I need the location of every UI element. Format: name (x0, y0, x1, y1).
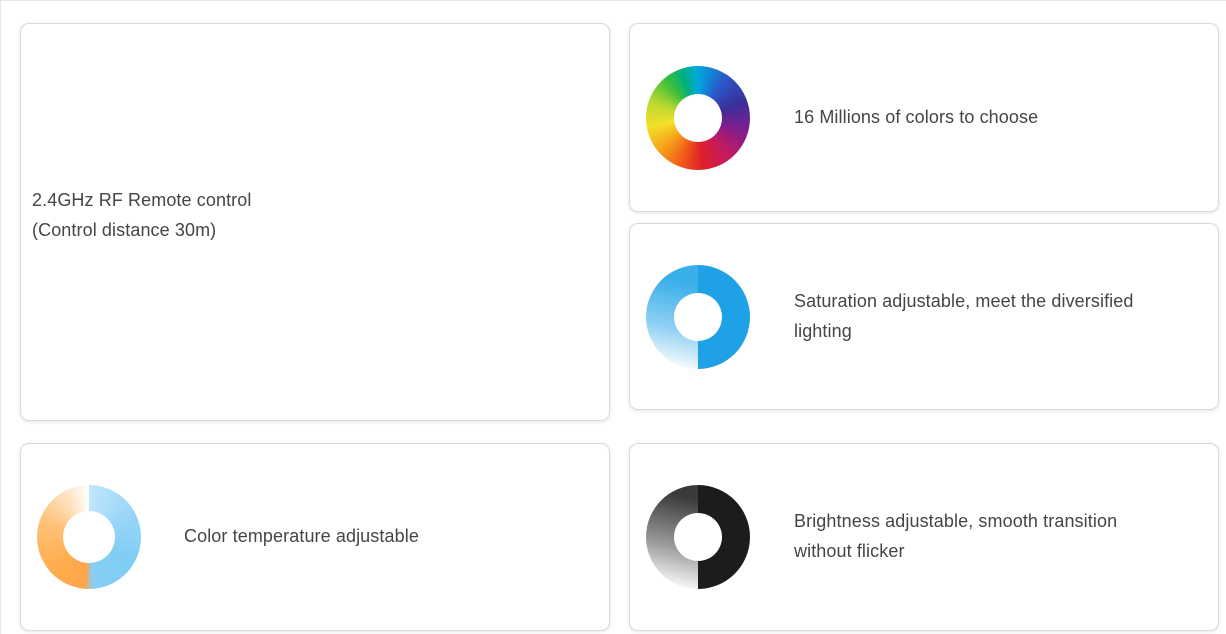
feature-card-remote-control: 2.4GHz RF Remote control (Control distan… (20, 23, 610, 421)
feature-card-colors: 16 Millions of colors to choose (629, 23, 1219, 212)
feature-grid: 2.4GHz RF Remote control (Control distan… (0, 0, 1226, 634)
feature-text: 2.4GHz RF Remote control (Control distan… (32, 185, 251, 245)
remote-line-1: 2.4GHz RF Remote control (32, 190, 252, 210)
rainbow-ring-icon (646, 65, 750, 170)
feature-card-brightness: Brightness adjustable, smooth transition… (629, 443, 1219, 631)
saturation-line-2: lighting (794, 320, 852, 341)
colors-text: 16 Millions of colors to choose (794, 106, 1039, 127)
feature-text: Color temperature adjustable (184, 521, 419, 551)
remote-line-2: (Control distance 30m) (32, 220, 217, 240)
saturation-line-1: Saturation adjustable, meet the diversif… (794, 290, 1134, 311)
feature-text: Saturation adjustable, meet the diversif… (794, 286, 1134, 346)
brightness-ring-icon (646, 485, 750, 589)
feature-card-color-temperature: Color temperature adjustable (20, 443, 610, 631)
feature-text: Brightness adjustable, smooth transition… (794, 506, 1117, 566)
feature-card-saturation: Saturation adjustable, meet the diversif… (629, 223, 1219, 410)
feature-text: 16 Millions of colors to choose (794, 102, 1038, 132)
brightness-line-2: without flicker (794, 541, 905, 561)
saturation-ring-icon (646, 264, 750, 369)
brightness-line-1: Brightness adjustable, smooth transition (794, 511, 1118, 531)
temperature-text: Color temperature adjustable (184, 526, 419, 546)
color-temperature-ring-icon (37, 485, 141, 589)
